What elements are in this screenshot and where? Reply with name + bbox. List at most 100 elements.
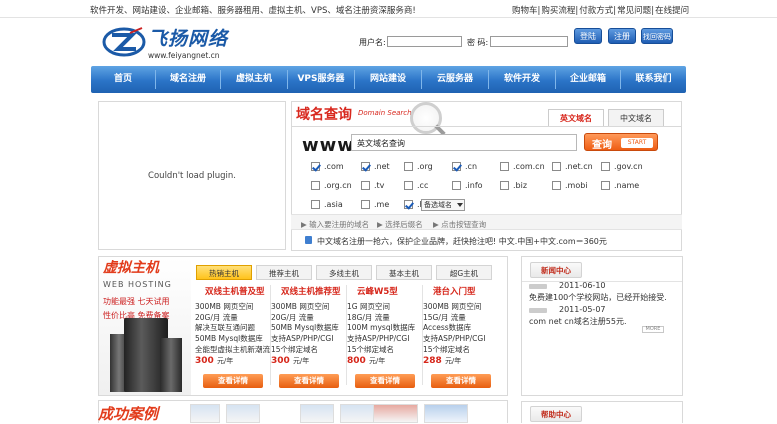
alt-domain-select[interactable]: 备选域名 xyxy=(421,199,465,211)
tld-checkbox[interactable] xyxy=(361,200,370,209)
step-2: 选择后缀名 xyxy=(385,220,423,229)
package-feature: 18G/月 流量 xyxy=(347,312,390,322)
tld-checkbox[interactable] xyxy=(311,200,320,209)
tld-checkbox[interactable] xyxy=(452,162,461,171)
tld-label: .org xyxy=(417,162,433,171)
news-title[interactable]: 新闻中心 xyxy=(530,262,582,278)
view-details-button[interactable]: 查看详情 xyxy=(431,374,491,388)
tab-multiline-host[interactable]: 多线主机 xyxy=(316,265,372,280)
tld-checkbox[interactable] xyxy=(452,181,461,190)
tld-checkbox[interactable] xyxy=(361,162,370,171)
view-details-button[interactable]: 查看详情 xyxy=(279,374,339,388)
tld-label: .asia xyxy=(324,200,343,209)
tld-checkbox[interactable] xyxy=(552,162,561,171)
news-more-button[interactable]: MORE xyxy=(642,326,664,333)
case-thumbnail[interactable] xyxy=(300,404,334,423)
tld-label: .com.cn xyxy=(513,162,545,171)
username-label: 用户名: xyxy=(359,38,386,47)
package-feature: 全能型虚拟主机新潮流 xyxy=(195,344,270,354)
package-price: 288 元/年 xyxy=(423,355,462,366)
domain-input[interactable]: 英文域名查询 xyxy=(351,134,577,151)
hosting-package: 双线主机普及型 300MB 网页空间 20G/月 流量 解决互联互通问题 50MB My… xyxy=(195,285,274,388)
vhost-subtitle: WEB HOSTING xyxy=(103,280,172,289)
nav-contact[interactable]: 联系我们 xyxy=(621,66,686,93)
ask-online-link[interactable]: 在线提问 xyxy=(655,6,689,16)
search-steps: ▶ 输入要注册的域名 ▶ 选择后缀名 ▶ 点击按钮查询 xyxy=(291,214,682,230)
query-button[interactable]: 查询 START xyxy=(584,133,658,151)
tab-superg-host[interactable]: 超G主机 xyxy=(436,265,492,280)
case-thumbnail[interactable] xyxy=(190,404,220,423)
notice-icon xyxy=(529,284,547,289)
case-thumbnail[interactable] xyxy=(340,404,374,423)
tld-checkbox[interactable] xyxy=(361,181,370,190)
logo-url: www.feiyangnet.cn xyxy=(148,51,220,60)
tab-chinese-domain[interactable]: 中文域名 xyxy=(608,109,664,126)
promo-text[interactable]: 中文域名注册一抢六，保护企业品牌，赶快抢注吧! 中文.中国+中文.com＝360… xyxy=(317,236,607,247)
package-feature: 15G/月 流量 xyxy=(423,312,466,322)
help-title[interactable]: 帮助中心 xyxy=(530,406,582,422)
view-details-button[interactable]: 查看详情 xyxy=(355,374,415,388)
package-feature: 20G/月 流量 xyxy=(271,312,314,322)
package-feature: 300MB 网页空间 xyxy=(271,302,330,311)
faq-link[interactable]: 常见问题 xyxy=(617,6,651,16)
username-input[interactable] xyxy=(387,36,462,47)
tld-checkbox[interactable] xyxy=(552,181,561,190)
case-thumbnail[interactable] xyxy=(373,404,418,423)
nav-website[interactable]: 网站建设 xyxy=(355,66,421,93)
package-feature: 解决互联互通问题 xyxy=(195,323,255,333)
hosting-package: 港台入门型 300MB 网页空间 15G/月 流量 Access数据库 支持ASP/PH… xyxy=(423,285,502,388)
case-thumbnail[interactable] xyxy=(424,404,468,423)
cart-link[interactable]: 购物车 xyxy=(512,6,538,16)
vhost-title: 虚拟主机 xyxy=(103,260,159,276)
tld-checkbox[interactable] xyxy=(601,162,610,171)
tab-hot-host[interactable]: 热销主机 xyxy=(196,265,252,280)
register-button[interactable]: 注册 xyxy=(608,28,636,44)
nav-home[interactable]: 首页 xyxy=(91,66,155,93)
case-thumbnail[interactable] xyxy=(226,404,260,423)
nav-software[interactable]: 软件开发 xyxy=(489,66,555,93)
news-item-1[interactable]: 免费建100个学校网站，已经开始接受. xyxy=(529,292,667,303)
view-details-button[interactable]: 查看详情 xyxy=(203,374,263,388)
tld-checkbox[interactable] xyxy=(311,162,320,171)
news-item-2[interactable]: com net cn域名注册55元. xyxy=(529,316,627,327)
tld-label: .com xyxy=(324,162,344,171)
nav-domain[interactable]: 域名注册 xyxy=(156,66,220,93)
plugin-message: Couldn't load plugin. xyxy=(148,171,236,181)
tld-label: .cn xyxy=(465,162,478,171)
tld-checkbox[interactable] xyxy=(500,181,509,190)
tld-checkbox[interactable] xyxy=(500,162,509,171)
step-1: 输入要注册的域名 xyxy=(309,220,370,229)
package-price: 300 元/年 xyxy=(195,355,234,366)
tld-checkbox[interactable] xyxy=(404,200,413,209)
login-button[interactable]: 登陆 xyxy=(574,28,602,44)
tab-english-domain[interactable]: 英文域名 xyxy=(548,109,604,126)
logo[interactable]: 飞扬网络 www.feiyangnet.cn xyxy=(92,18,227,66)
tab-basic-host[interactable]: 基本主机 xyxy=(376,265,432,280)
nav-email[interactable]: 企业邮箱 xyxy=(556,66,620,93)
nav-vps[interactable]: VPS服务器 xyxy=(288,66,354,93)
tld-label: .name xyxy=(614,181,640,190)
nav-vhost[interactable]: 虚拟主机 xyxy=(221,66,287,93)
password-label: 密 码: xyxy=(467,38,489,47)
tld-label: .net.cn xyxy=(565,162,593,171)
tld-checkbox[interactable] xyxy=(404,181,413,190)
payment-link[interactable]: 付款方式 xyxy=(579,6,613,16)
vhost-tag-1: 功能最强 七天试用 xyxy=(103,297,170,306)
package-price: 300 元/年 xyxy=(271,355,310,366)
package-name: 云峰W5型 xyxy=(357,287,398,297)
tld-checkbox[interactable] xyxy=(404,162,413,171)
server-icon xyxy=(160,338,182,392)
main-nav: 首页 域名注册 虚拟主机 VPS服务器 网站建设 云服务器 软件开发 企业邮箱 … xyxy=(91,66,686,93)
package-feature: 支持ASP/PHP/CGI xyxy=(347,334,410,344)
purchase-flow-link[interactable]: 购买流程 xyxy=(541,6,575,16)
site-slogan: 软件开发、网站建设、企业邮箱、服务器租用、虚拟主机、VPS、域名注册资深服务商! xyxy=(90,6,416,16)
nav-cloud[interactable]: 云服务器 xyxy=(422,66,488,93)
tld-checkbox[interactable] xyxy=(311,181,320,190)
plugin-placeholder: Couldn't load plugin. xyxy=(98,101,286,250)
password-input[interactable] xyxy=(490,36,568,47)
domain-search-subtitle: Domain Search xyxy=(358,109,412,117)
tld-checkbox[interactable] xyxy=(601,181,610,190)
tab-recommended-host[interactable]: 推荐主机 xyxy=(256,265,312,280)
forgot-password-button[interactable]: 找回密码 xyxy=(641,28,673,44)
tld-label: .gov.cn xyxy=(614,162,643,171)
